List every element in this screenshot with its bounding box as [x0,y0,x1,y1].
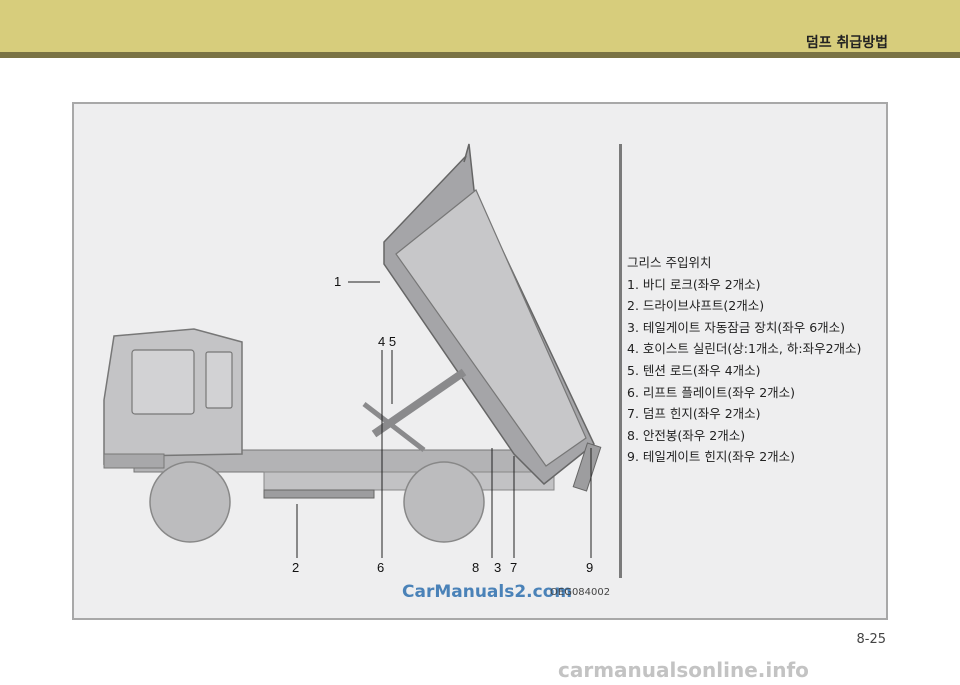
legend-item: 4. 호이스트 실린더(상:1개소, 하:좌우2개소) [627,341,862,357]
legend-item: 2. 드라이브샤프트(2개소) [627,298,765,314]
dump-body-inner [395,189,587,467]
callout-6: 6 [377,560,384,575]
figure-watermark: CarManuals2.com [402,582,573,602]
figure-divider [619,144,622,578]
legend-title: 그리스 주입위치 [627,255,712,270]
callout-7: 7 [510,560,517,575]
legend-item: 8. 안전봉(좌우 2개소) [627,427,746,443]
cab-side-window [205,351,233,409]
figure-panel: 1 2 3 4 5 6 7 8 9 그리스 주입위치 1. 바디 로크(좌우 2… [72,102,888,620]
grease-point-legend: 그리스 주입위치 1. 바디 로크(좌우 2개소) 2. 드라이브샤프트(2개소… [627,252,887,468]
image-code: OEG084002 [550,587,611,598]
callout-1: 1 [334,274,341,289]
callout-2: 2 [292,560,299,575]
cab-step [103,453,165,469]
legend-item: 5. 텐션 로드(좌우 4개소) [627,362,761,378]
legend-item: 6. 리프트 플레이트(좌우 2개소) [627,384,796,400]
legend-item: 7. 덤프 힌지(좌우 2개소) [627,406,761,422]
page-number: 8-25 [856,632,886,647]
callout-8: 8 [472,560,479,575]
tension-rod [362,402,426,452]
callout-9: 9 [586,560,593,575]
site-watermark: carmanualsonline.info [558,658,809,682]
legend-item: 1. 바디 로크(좌우 2개소) [627,276,761,292]
header-rule [0,52,960,58]
drive-shaft [263,489,375,499]
callout-4-5: 4 5 [378,334,396,349]
callout-3: 3 [494,560,501,575]
front-wheel [149,461,231,543]
rear-wheel [403,461,485,543]
section-title: 덤프 취급방법 [805,35,888,51]
cab-window [131,349,195,415]
legend-item: 3. 테일게이트 자동잠금 장치(좌우 6개소) [627,319,846,335]
legend-item: 9. 테일게이트 힌지(좌우 2개소) [627,449,796,465]
